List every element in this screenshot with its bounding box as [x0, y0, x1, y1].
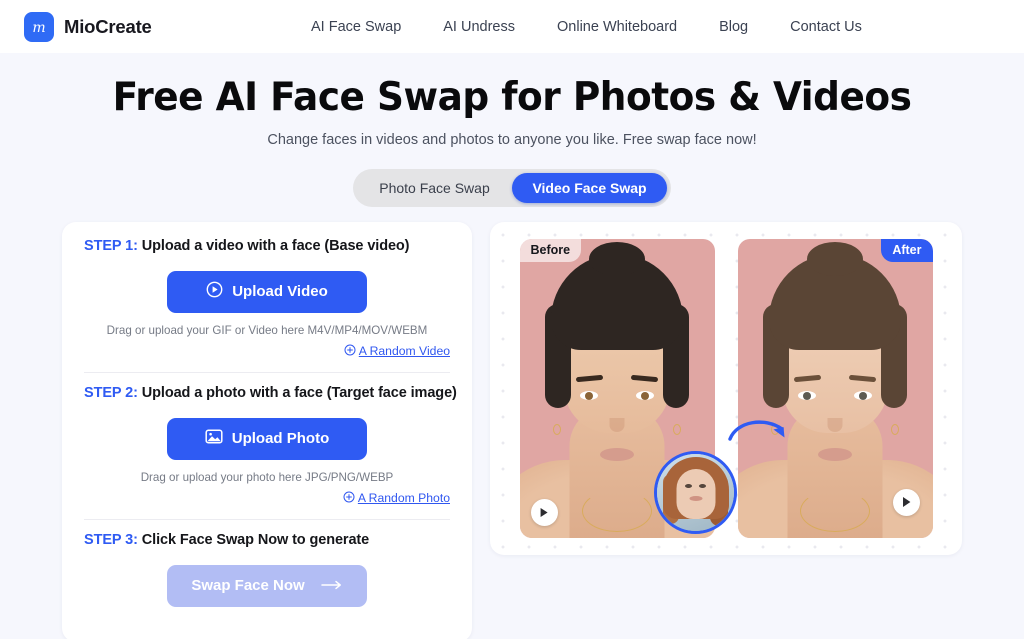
- upload-photo-label: Upload Photo: [232, 430, 330, 447]
- step-2-label: STEP 2:: [84, 385, 138, 401]
- step-2-title: STEP 2: Upload a photo with a face (Targ…: [84, 385, 450, 401]
- nav-item-blog[interactable]: Blog: [698, 19, 769, 35]
- nav-item-online-whiteboard[interactable]: Online Whiteboard: [536, 19, 698, 35]
- after-play-button[interactable]: [893, 489, 920, 516]
- main-content: STEP 1: Upload a video with a face (Base…: [0, 207, 1024, 639]
- site-header: m MioCreate AI Face Swap AI Undress Onli…: [0, 0, 1024, 53]
- target-face-thumbnail[interactable]: [654, 451, 737, 534]
- step-2: STEP 2: Upload a photo with a face (Targ…: [84, 385, 450, 506]
- page-subtitle: Change faces in videos and photos to any…: [0, 132, 1024, 148]
- image-icon: [205, 428, 223, 449]
- curved-arrow-right-icon: [727, 415, 791, 456]
- page-title: Free AI Face Swap for Photos & Videos: [20, 76, 1003, 120]
- random-photo-link[interactable]: A Random Photo: [343, 491, 450, 506]
- upload-video-label: Upload Video: [232, 283, 328, 300]
- tab-video-face-swap[interactable]: Video Face Swap: [512, 173, 667, 203]
- play-icon: [539, 507, 549, 518]
- after-badge: After: [881, 239, 932, 262]
- step-2-hint: Drag or upload your photo here JPG/PNG/W…: [84, 471, 450, 484]
- step-3-text: Click Face Swap Now to generate: [138, 532, 369, 548]
- before-badge: Before: [520, 239, 582, 262]
- nav-item-ai-face-swap[interactable]: AI Face Swap: [311, 19, 422, 35]
- step-3-title: STEP 3: Click Face Swap Now to generate: [84, 532, 450, 548]
- miocreate-logo-icon: m: [24, 12, 54, 42]
- step-1-label: STEP 1:: [84, 238, 138, 254]
- step-3: STEP 3: Click Face Swap Now to generate …: [84, 532, 450, 607]
- random-photo-label: A Random Photo: [358, 491, 450, 505]
- upload-video-button[interactable]: Upload Video: [167, 271, 367, 313]
- upload-photo-button[interactable]: Upload Photo: [167, 418, 367, 460]
- mode-toggle: Photo Face Swap Video Face Swap: [353, 169, 671, 207]
- preview-inner: Before: [508, 239, 944, 538]
- random-video-label: A Random Video: [359, 344, 450, 358]
- arrow-right-icon: [321, 577, 343, 594]
- swap-face-now-label: Swap Face Now: [191, 577, 304, 594]
- step-1-text: Upload a video with a face (Base video): [138, 238, 410, 254]
- svg-text:m: m: [32, 20, 45, 36]
- mode-toggle-wrap: Photo Face Swap Video Face Swap: [0, 169, 1024, 207]
- step-divider-1: [84, 372, 450, 373]
- hero-section: Free AI Face Swap for Photos & Videos Ch…: [0, 53, 1024, 148]
- step-1: STEP 1: Upload a video with a face (Base…: [84, 238, 450, 359]
- step-1-hint: Drag or upload your GIF or Video here M4…: [84, 324, 450, 337]
- nav-item-ai-undress[interactable]: AI Undress: [422, 19, 536, 35]
- preview-card: Before: [490, 222, 962, 555]
- tab-photo-face-swap[interactable]: Photo Face Swap: [357, 173, 512, 203]
- main-nav: AI Face Swap AI Undress Online Whiteboar…: [311, 0, 883, 53]
- random-video-link[interactable]: A Random Video: [344, 344, 450, 359]
- after-video[interactable]: After: [738, 239, 933, 538]
- before-play-button[interactable]: [531, 499, 558, 526]
- play-circle-icon: [206, 281, 223, 302]
- step-1-title: STEP 1: Upload a video with a face (Base…: [84, 238, 450, 254]
- plus-circle-icon: [344, 344, 356, 359]
- step-divider-2: [84, 519, 450, 520]
- play-icon: [901, 496, 912, 508]
- brand-logo[interactable]: m MioCreate: [24, 12, 152, 42]
- brand-name: MioCreate: [64, 16, 152, 38]
- plus-circle-icon: [343, 491, 355, 506]
- step-2-text: Upload a photo with a face (Target face …: [138, 385, 457, 401]
- nav-item-contact-us[interactable]: Contact Us: [769, 19, 883, 35]
- upload-steps-card: STEP 1: Upload a video with a face (Base…: [62, 222, 472, 639]
- swap-face-now-button[interactable]: Swap Face Now: [167, 565, 367, 607]
- step-3-label: STEP 3:: [84, 532, 138, 548]
